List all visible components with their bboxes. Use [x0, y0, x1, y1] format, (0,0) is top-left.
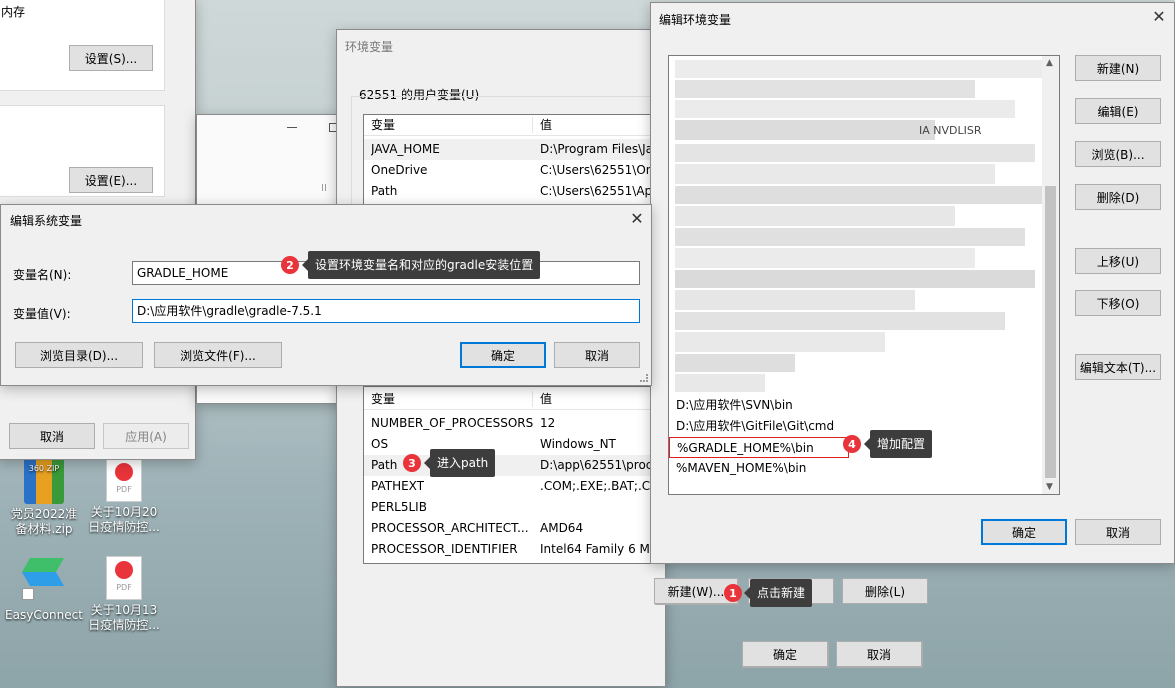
env-cancel-button[interactable]: 取消	[836, 641, 922, 667]
scroll-up-icon[interactable]: ▲	[1046, 58, 1053, 68]
ok-button[interactable]: 确定	[460, 342, 546, 368]
table-row[interactable]: PATHEXT .COM;.EXE;.BAT;.CM	[364, 476, 672, 497]
apply-button: 应用(A)	[103, 423, 189, 449]
variable-value-label: 变量值(V):	[13, 307, 71, 321]
delete-entry-button[interactable]: 删除(D)	[1075, 184, 1161, 210]
delete-system-var-button[interactable]: 删除(L)	[842, 578, 928, 604]
zip-file-icon: 360 ZIP	[24, 458, 64, 504]
ok-button[interactable]: 确定	[981, 519, 1067, 545]
window-title: 编辑环境变量	[659, 13, 732, 27]
step-tip-3: 进入path	[423, 449, 496, 477]
browse-button[interactable]: 浏览(B)...	[1075, 141, 1161, 167]
table-row[interactable]: JAVA_HOME D:\Program Files\Ja	[364, 139, 672, 160]
edit-text-button[interactable]: 编辑文本(T)...	[1075, 354, 1161, 380]
edit-system-variable-dialog: 编辑系统变量 ✕ 变量名(N): GRADLE_HOME 变量值(V): D:\…	[0, 204, 652, 386]
pdf-file-icon: PDF	[106, 458, 142, 502]
memory-label: 内存	[1, 5, 26, 19]
vertical-scrollbar[interactable]: ▲ ▼	[1042, 56, 1059, 494]
step-tip-4: 增加配置	[863, 430, 933, 458]
desktop-icon-label: 关于10月20日疫情防控...	[88, 505, 160, 534]
edit-environment-variable-window: 编辑环境变量 ✕ IA NVDLISR D:\应用软件\SVN\bin D:\应…	[650, 2, 1175, 564]
edit-entry-button[interactable]: 编辑(E)	[1075, 98, 1161, 124]
cancel-button[interactable]: 取消	[9, 423, 95, 449]
step-tip-1: 点击新建	[743, 579, 813, 607]
path-entries-list: IA NVDLISR D:\应用软件\SVN\bin D:\应用软件\GitFi…	[668, 55, 1060, 495]
desktop-icon-easyconnect[interactable]: EasyConnect	[4, 556, 84, 622]
column-header-value[interactable]: 值	[540, 115, 552, 136]
cancel-button[interactable]: 取消	[554, 342, 640, 368]
scroll-down-icon[interactable]: ▼	[1046, 482, 1053, 492]
system-vars-table: 变量 值 NUMBER_OF_PROCESSORS 12 OS Windows_…	[363, 386, 673, 564]
table-header: 变量 值	[364, 115, 672, 136]
env-ok-button[interactable]: 确定	[742, 641, 828, 667]
window-title: 编辑系统变量	[10, 214, 83, 228]
list-item[interactable]: %MAVEN_HOME%\bin	[669, 458, 1059, 479]
step-badge-2: 2	[281, 256, 299, 274]
minimize-icon[interactable]	[287, 127, 297, 128]
table-row[interactable]: NUMBER_OF_PROCESSORS 12	[364, 413, 672, 434]
scrollbar-thumb[interactable]	[1045, 186, 1056, 478]
column-header-value[interactable]: 值	[540, 389, 552, 410]
move-up-button[interactable]: 上移(U)	[1075, 248, 1161, 274]
new-entry-button[interactable]: 新建(N)	[1075, 55, 1161, 81]
close-icon[interactable]: ✕	[627, 209, 647, 228]
step-badge-4: 4	[843, 435, 861, 453]
desktop-icon-pdf-1[interactable]: PDF 关于10月20日疫情防控...	[84, 458, 164, 535]
browse-directory-button[interactable]: 浏览目录(D)...	[15, 342, 143, 368]
table-row[interactable]: OneDrive C:\Users\62551\On	[364, 160, 672, 181]
step-badge-3: 3	[403, 454, 421, 472]
variable-name-label: 变量名(N):	[13, 268, 72, 282]
close-icon[interactable]: ✕	[1149, 7, 1169, 26]
settings-e-button[interactable]: 设置(E)...	[69, 167, 153, 193]
move-down-button[interactable]: 下移(O)	[1075, 290, 1161, 316]
desktop-icon-label: 关于10月13日疫情防控...	[88, 603, 160, 632]
table-row[interactable]: PROCESSOR_ARCHITECT... AMD64	[364, 518, 672, 539]
resize-grip-icon[interactable]	[640, 374, 648, 382]
blurred-fragment: IA NVDLISR	[919, 124, 982, 137]
pause-icon: II	[321, 183, 327, 194]
desktop-icon-pdf-2[interactable]: PDF 关于10月13日疫情防控...	[84, 556, 164, 633]
desktop-icon-zip[interactable]: 360 ZIP 党员2022准备材料.zip	[4, 458, 84, 537]
column-header-name[interactable]: 变量	[371, 115, 395, 136]
pdf-file-icon: PDF	[106, 556, 142, 600]
desktop-icon-label: 党员2022准备材料.zip	[10, 507, 78, 536]
list-item[interactable]: D:\应用软件\SVN\bin	[669, 395, 1059, 416]
window-title: 环境变量	[345, 40, 394, 54]
table-row[interactable]: PROCESSOR_IDENTIFIER Intel64 Family 6 Mo	[364, 539, 672, 560]
step-badge-1: 1	[724, 584, 742, 602]
table-header: 变量 值	[364, 389, 672, 410]
list-item-selected[interactable]: %GRADLE_HOME%\bin	[669, 437, 849, 458]
easyconnect-icon	[21, 556, 66, 600]
variable-value-input[interactable]: D:\应用软件\gradle\gradle-7.5.1	[132, 299, 640, 323]
settings-s-button[interactable]: 设置(S)...	[69, 45, 153, 71]
table-row[interactable]: Path C:\Users\62551\Ap	[364, 181, 672, 202]
browse-file-button[interactable]: 浏览文件(F)...	[154, 342, 282, 368]
desktop-icon-label: EasyConnect	[5, 608, 83, 622]
cancel-button[interactable]: 取消	[1075, 519, 1161, 545]
step-tip-2: 设置环境变量名和对应的gradle安装位置	[301, 251, 541, 279]
table-row[interactable]: OS Windows_NT	[364, 434, 672, 455]
table-row[interactable]: PERL5LIB	[364, 497, 672, 518]
list-item[interactable]: D:\应用软件\GitFile\Git\cmd	[669, 416, 1059, 437]
column-header-name[interactable]: 变量	[371, 389, 395, 410]
